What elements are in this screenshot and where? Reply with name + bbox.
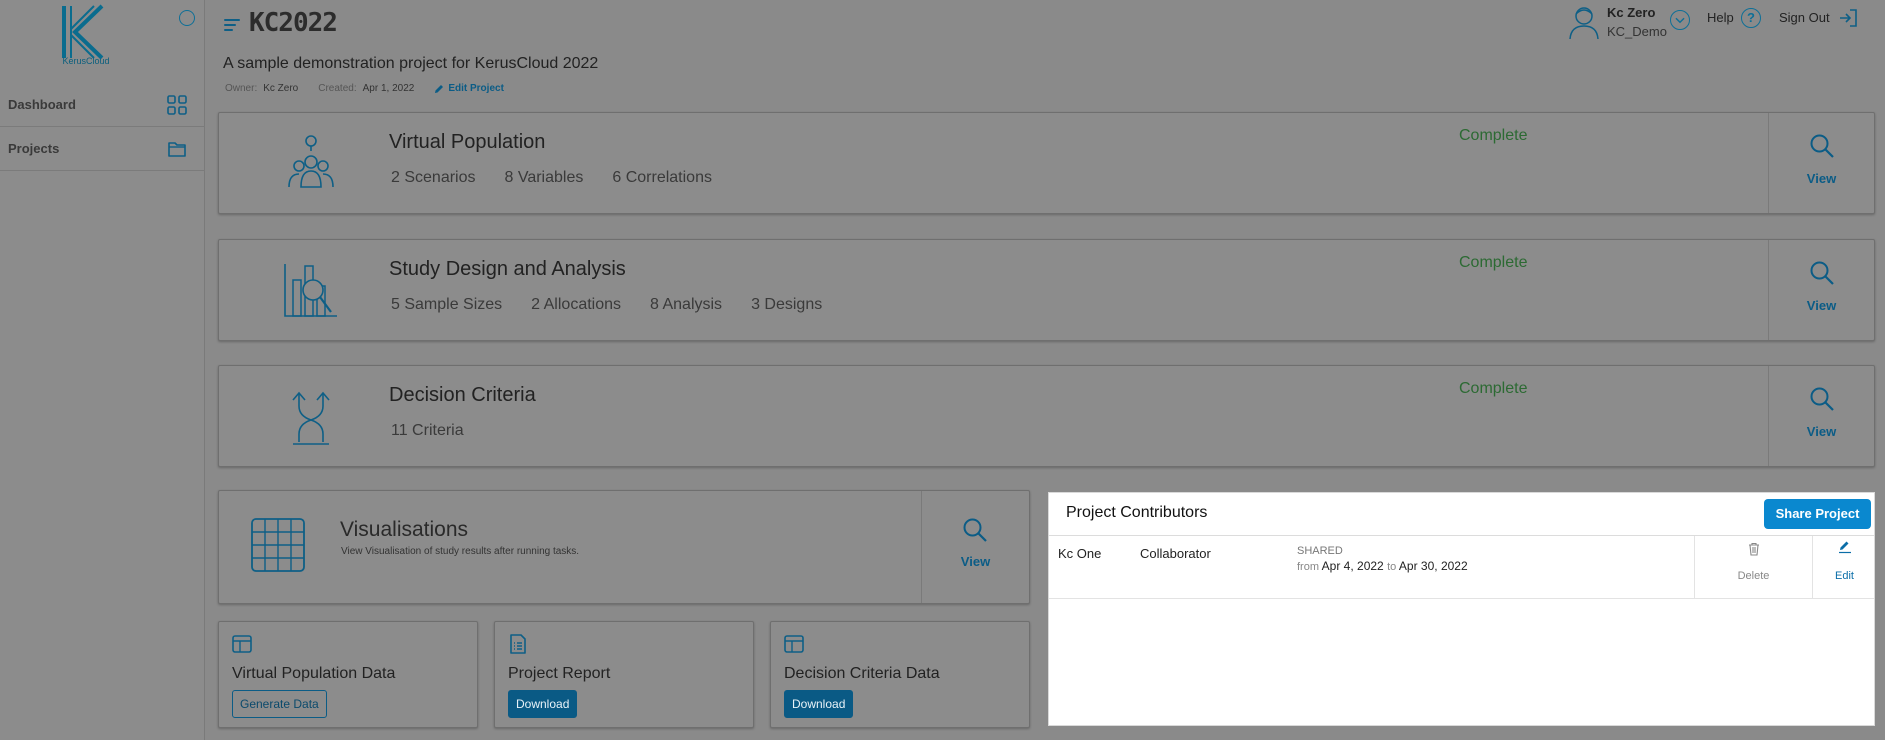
sidebar-toggle-icon[interactable] [179,10,195,26]
help-link[interactable]: Help [1707,10,1734,25]
sign-out-link[interactable]: Sign Out [1779,10,1830,25]
view-label: View [1806,171,1837,186]
from-label: from [1297,561,1319,573]
sidebar-item-label: Dashboard [8,97,76,112]
stage-card-virtual-population: Virtual Population 2 Scenarios 8 Variabl… [218,112,1875,214]
project-description: A sample demonstration project for Kerus… [223,55,599,72]
view-label: View [1806,298,1837,313]
view-label: View [1806,424,1837,439]
edit-project-label: Edit Project [448,83,504,94]
contributor-role: Collaborator [1140,546,1211,561]
stat-variables: 8 Variables [504,169,584,186]
project-contributors-panel: Project Contributors Share Project Kc On… [1048,492,1875,726]
panel-title: Project Contributors [1066,504,1208,521]
stage-stats: 5 Sample Sizes 2 Allocations 8 Analysis … [391,296,822,314]
shared-status: SHARED [1297,545,1343,557]
stage-card-decision-criteria: Decision Criteria 11 Criteria Complete V… [218,365,1875,467]
sign-out-icon[interactable] [1837,7,1859,29]
stage-title: Virtual Population [389,131,546,153]
tile-virtual-population-data: Virtual Population Data Generate Data [218,621,478,728]
sidebar-item-dashboard[interactable]: Dashboard [0,83,205,127]
view-button[interactable]: View [921,491,1029,603]
delete-label: Delete [1737,570,1770,582]
decision-icon [292,391,330,445]
contributor-name: Kc One [1058,546,1102,561]
stat-allocations: 2 Allocations [531,296,622,313]
user-name: Kc Zero [1607,5,1656,20]
status-badge: Complete [1459,380,1528,397]
stat-sample-sizes: 5 Sample Sizes [391,296,503,313]
from-date: Apr 4, 2022 [1321,559,1384,573]
to-label: to [1387,561,1397,573]
report-icon [510,634,526,654]
visualisations-title: Visualisations [340,518,469,541]
chevron-down-icon[interactable] [1670,10,1690,30]
delete-contributor-button[interactable]: Delete [1694,536,1812,598]
tile-title: Virtual Population Data [232,665,396,682]
folder-icon [168,142,186,157]
view-label: View [960,554,991,569]
stat-analysis: 8 Analysis [650,296,723,313]
menu-icon[interactable] [224,18,240,32]
sidebar-item-label: Projects [8,141,60,156]
tile-project-report: Project Report Download [494,621,754,728]
tile-title: Project Report [508,665,611,682]
owner-label: Owner: [225,83,258,94]
to-date: Apr 30, 2022 [1398,559,1468,573]
tile-decision-criteria-data: Decision Criteria Data Download [770,621,1030,728]
panel-icon [232,635,252,653]
edit-project-link[interactable]: Edit Project [434,83,504,94]
generate-data-button[interactable]: Generate Data [232,690,327,718]
trash-icon [1749,542,1759,556]
sidebar-item-projects[interactable]: Projects [0,127,205,171]
project-meta: Owner: Kc Zero Created: Apr 1, 2022 Edit… [225,83,504,94]
owner-value: Kc Zero [263,83,299,94]
created-label: Created: [318,83,357,94]
population-icon [288,135,334,188]
pencil-icon [435,84,444,93]
stat-correlations: 6 Correlations [612,169,712,186]
share-dates: from Apr 4, 2022 to Apr 30, 2022 [1297,559,1468,573]
stage-title: Study Design and Analysis [389,258,626,280]
study-design-icon [284,264,337,317]
view-button[interactable]: View [1768,113,1874,213]
help-icon[interactable]: ? [1741,8,1761,28]
edit-contributor-button[interactable]: Edit [1812,536,1876,598]
page-title: KC2022 [249,8,338,38]
search-icon [1810,387,1834,411]
download-criteria-button[interactable]: Download [784,690,854,718]
edit-label: Edit [1835,570,1854,582]
stage-stats: 2 Scenarios 8 Variables 6 Correlations [391,169,712,187]
share-project-button[interactable]: Share Project [1764,499,1871,529]
view-button[interactable]: View [1768,240,1874,340]
logo-text: KerusCloud [62,56,110,66]
stat-criteria: 11 Criteria [391,422,464,439]
visualisations-card: Visualisations View Visualisation of stu… [218,490,1030,604]
status-badge: Complete [1459,254,1528,271]
status-badge: Complete [1459,127,1528,144]
sidebar: KerusCloud Dashboard Projects [0,0,205,740]
stage-card-study-design: Study Design and Analysis 5 Sample Sizes… [218,239,1875,341]
user-org: KC_Demo [1607,24,1667,39]
visualisations-subtitle: View Visualisation of study results afte… [341,546,580,557]
stat-scenarios: 2 Scenarios [391,169,476,186]
user-avatar-icon[interactable] [1568,4,1600,40]
search-icon [963,518,987,542]
grid-icon [167,95,187,115]
search-icon [1810,134,1834,158]
stat-designs: 3 Designs [751,296,823,313]
contributor-row: Kc One Collaborator SHARED from Apr 4, 2… [1049,536,1874,599]
table-grid-icon [251,518,305,572]
view-button[interactable]: View [1768,366,1874,466]
panel-icon [784,635,804,653]
tile-title: Decision Criteria Data [784,665,940,682]
created-value: Apr 1, 2022 [362,83,415,94]
pencil-icon [1839,541,1851,554]
download-report-button[interactable]: Download [508,690,578,718]
stage-title: Decision Criteria [389,384,536,406]
stage-stats: 11 Criteria [391,422,464,440]
search-icon [1810,261,1834,285]
